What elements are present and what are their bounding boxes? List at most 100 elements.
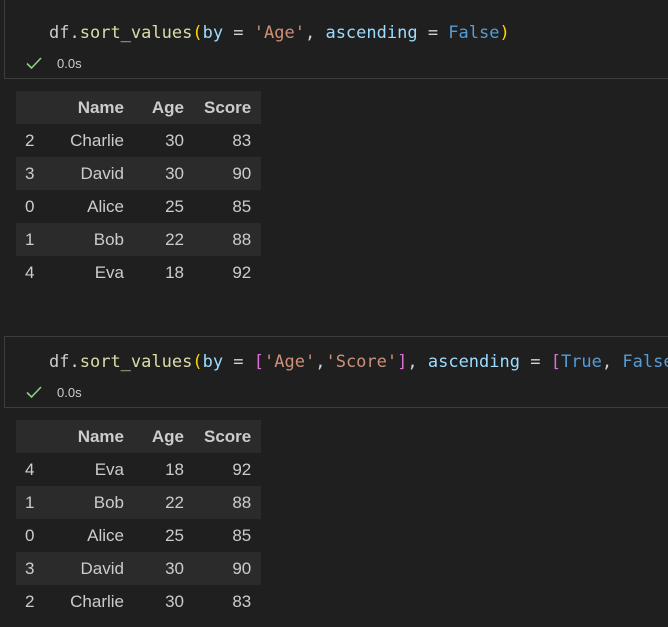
table-header-row: Name Age Score — [16, 91, 262, 124]
code-token-dot: . — [69, 23, 80, 43]
cell-name: David — [80, 558, 124, 578]
column-header-index — [16, 420, 50, 453]
code-token-param-by: by — [202, 23, 224, 43]
code-token-open-paren: ( — [192, 352, 203, 372]
row-index: 3 — [25, 163, 35, 183]
code-token-equals: = — [519, 352, 551, 372]
column-header-score: Score — [204, 97, 252, 117]
code-token-equals: = — [223, 352, 254, 372]
cell-score: 83 — [232, 130, 252, 150]
code-token-close-bracket: ] — [397, 352, 408, 372]
cell-score: 92 — [232, 262, 252, 282]
code-token-close-paren: ) — [499, 23, 510, 43]
row-index: 1 — [25, 492, 35, 512]
code-token-param-by: by — [202, 352, 224, 372]
cell-age: 30 — [165, 558, 184, 578]
execution-time: 0.0s — [57, 55, 82, 71]
code-token-equals: = — [417, 23, 449, 43]
cell-name: Alice — [87, 525, 124, 545]
check-icon — [25, 383, 43, 401]
cell-age: 18 — [165, 459, 184, 479]
row-index: 3 — [25, 558, 35, 578]
table-row: 1 Bob 22 88 — [16, 486, 262, 519]
code-token-keyword: True — [560, 352, 602, 372]
table-header-row: Name Age Score — [16, 420, 262, 453]
execution-status: 0.0s — [25, 383, 82, 401]
code-token-string: 'Age' — [264, 352, 316, 372]
code-token-comma: , — [601, 352, 623, 372]
execution-status: 0.0s — [25, 54, 82, 72]
table-row: 3 David 30 90 — [16, 552, 262, 585]
code-editor-line[interactable]: df.sort_values(by = 'Age', ascending = F… — [49, 23, 510, 43]
table-row: 4 Eva 18 92 — [16, 453, 262, 486]
column-header-score: Score — [204, 426, 252, 446]
cell-age: 25 — [165, 196, 184, 216]
code-token-separator: , — [304, 23, 326, 43]
table-row: 1 Bob 22 88 — [16, 223, 262, 256]
cell-name: Charlie — [70, 130, 124, 150]
column-header-name: Name — [77, 426, 124, 446]
table-row: 4 Eva 18 92 — [16, 256, 262, 289]
row-index: 4 — [25, 262, 35, 282]
code-token-function: sort_values — [79, 352, 193, 372]
cell-score: 83 — [232, 591, 252, 611]
cell-age: 22 — [165, 229, 184, 249]
column-header-age: Age — [151, 426, 184, 446]
code-token-open-bracket: [ — [550, 352, 561, 372]
cell-age: 30 — [165, 591, 184, 611]
code-token-keyword: False — [448, 23, 500, 43]
cell-score: 90 — [232, 558, 252, 578]
cell-score: 85 — [232, 196, 252, 216]
cell-name: Eva — [94, 262, 124, 282]
table-row: 0 Alice 25 85 — [16, 519, 262, 552]
table-row: 0 Alice 25 85 — [16, 190, 262, 223]
row-index: 0 — [25, 525, 35, 545]
code-token-dot: . — [69, 352, 80, 372]
table-row: 2 Charlie 30 83 — [16, 124, 262, 157]
cell-name: Bob — [93, 492, 124, 512]
code-cell-2[interactable]: df.sort_values(by = ['Age','Score'], asc… — [4, 336, 668, 408]
check-icon — [25, 54, 43, 72]
code-token-object: df — [49, 352, 70, 372]
row-index: 4 — [25, 459, 35, 479]
cell-score: 88 — [232, 229, 252, 249]
row-index: 0 — [25, 196, 35, 216]
code-token-string: 'Score' — [325, 352, 398, 372]
code-token-open-paren: ( — [192, 23, 203, 43]
code-token-comma: , — [315, 352, 326, 372]
dataframe-output-1: Name Age Score 2 Charlie 30 83 3 David 30 90 0… — [16, 91, 262, 289]
table-row: 2 Charlie 30 83 — [16, 585, 262, 618]
execution-time: 0.0s — [57, 384, 82, 400]
dataframe-output-2: Name Age Score 4 Eva 18 92 1 Bob 22 88 0 Alice 2… — [16, 420, 262, 618]
cell-score: 90 — [232, 163, 252, 183]
code-token-param-ascending: ascending — [427, 352, 520, 372]
table-row: 3 David 30 90 — [16, 157, 262, 190]
column-header-age: Age — [151, 97, 184, 117]
cell-name: Bob — [93, 229, 124, 249]
code-token-object: df — [49, 23, 70, 43]
code-token-function: sort_values — [79, 23, 193, 43]
cell-name: David — [80, 163, 124, 183]
code-token-string: 'Age' — [253, 23, 305, 43]
cell-name: Alice — [87, 196, 124, 216]
cell-name: Charlie — [70, 591, 124, 611]
column-header-index — [16, 91, 50, 124]
row-index: 1 — [25, 229, 35, 249]
code-editor-line[interactable]: df.sort_values(by = ['Age','Score'], asc… — [49, 352, 668, 372]
cell-age: 30 — [165, 163, 184, 183]
code-token-separator: , — [407, 352, 428, 372]
cell-age: 18 — [165, 262, 184, 282]
code-token-equals: = — [223, 23, 254, 43]
column-header-name: Name — [77, 97, 124, 117]
code-token-param-ascending: ascending — [325, 23, 418, 43]
code-token-keyword: False — [622, 352, 668, 372]
cell-score: 92 — [232, 459, 252, 479]
cell-score: 88 — [232, 492, 252, 512]
row-index: 2 — [25, 130, 35, 150]
row-index: 2 — [25, 591, 35, 611]
code-token-open-bracket: [ — [253, 352, 265, 372]
code-cell-1[interactable]: df.sort_values(by = 'Age', ascending = F… — [4, 0, 668, 79]
cell-score: 85 — [232, 525, 252, 545]
cell-age: 30 — [165, 130, 184, 150]
cell-age: 25 — [165, 525, 184, 545]
